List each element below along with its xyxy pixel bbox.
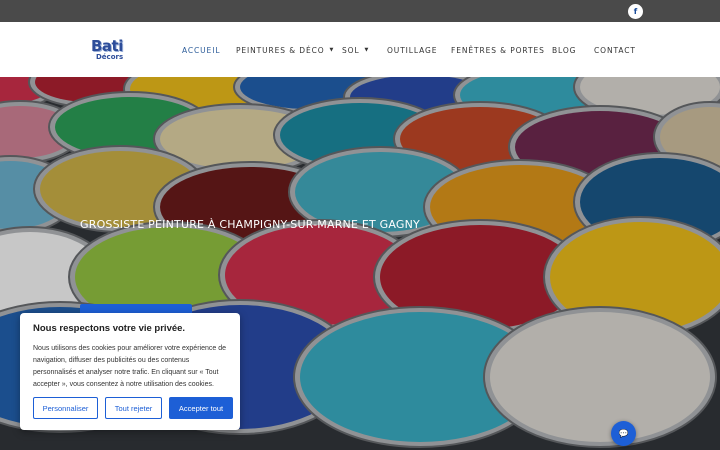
nav-label: SOL bbox=[342, 45, 360, 55]
nav-item-sol[interactable]: SOL ▼ bbox=[342, 44, 369, 56]
nav-label: BLOG bbox=[552, 45, 577, 55]
cookie-title: Nous respectons votre vie privée. bbox=[33, 323, 186, 334]
caret-down-icon: ▼ bbox=[329, 47, 335, 53]
nav-item-fenetres-portes[interactable]: FENÊTRES & PORTES bbox=[451, 44, 545, 56]
cookie-buttons: Personnaliser Tout rejeter Accepter tout bbox=[33, 397, 233, 419]
nav-label: ACCUEIL bbox=[182, 45, 221, 55]
logo-line2: Décors bbox=[96, 53, 124, 61]
hero-title: GROSSISTE PEINTURE À CHAMPIGNY-SUR-MARNE… bbox=[80, 218, 420, 231]
reject-all-button[interactable]: Tout rejeter bbox=[105, 397, 162, 419]
nav-label: FENÊTRES & PORTES bbox=[451, 45, 545, 55]
customize-button[interactable]: Personnaliser bbox=[33, 397, 98, 419]
nav-item-blog[interactable]: BLOG bbox=[552, 44, 576, 56]
facebook-glyph: f bbox=[633, 7, 638, 16]
chat-icon: 💬 bbox=[618, 429, 629, 438]
accept-all-button[interactable]: Accepter tout bbox=[169, 397, 233, 419]
chat-button[interactable]: 💬 bbox=[611, 421, 636, 446]
facebook-icon[interactable]: f bbox=[628, 4, 643, 19]
nav-label: PEINTURES & DÉCO bbox=[236, 45, 325, 55]
logo-line1: Bati bbox=[91, 37, 123, 55]
site-header: Bati Décors ACCUEIL PEINTURES & DÉCO ▼ SO… bbox=[0, 22, 720, 77]
nav-label: OUTILLAGE bbox=[387, 45, 438, 55]
nav-label: CONTACT bbox=[594, 45, 636, 55]
cookie-consent-dialog: Nous respectons votre vie privée. Nous u… bbox=[20, 313, 240, 430]
site-logo[interactable]: Bati Décors bbox=[91, 39, 127, 63]
nav-item-accueil[interactable]: ACCUEIL bbox=[182, 44, 220, 56]
cookie-text: Nous utilisons des cookies pour améliore… bbox=[33, 345, 226, 388]
nav-item-peintures-deco[interactable]: PEINTURES & DÉCO ▼ bbox=[236, 44, 334, 56]
nav-item-contact[interactable]: CONTACT bbox=[594, 44, 636, 56]
caret-down-icon: ▼ bbox=[364, 47, 370, 53]
nav-item-outillage[interactable]: OUTILLAGE bbox=[387, 44, 437, 56]
top-bar: f bbox=[0, 0, 720, 22]
